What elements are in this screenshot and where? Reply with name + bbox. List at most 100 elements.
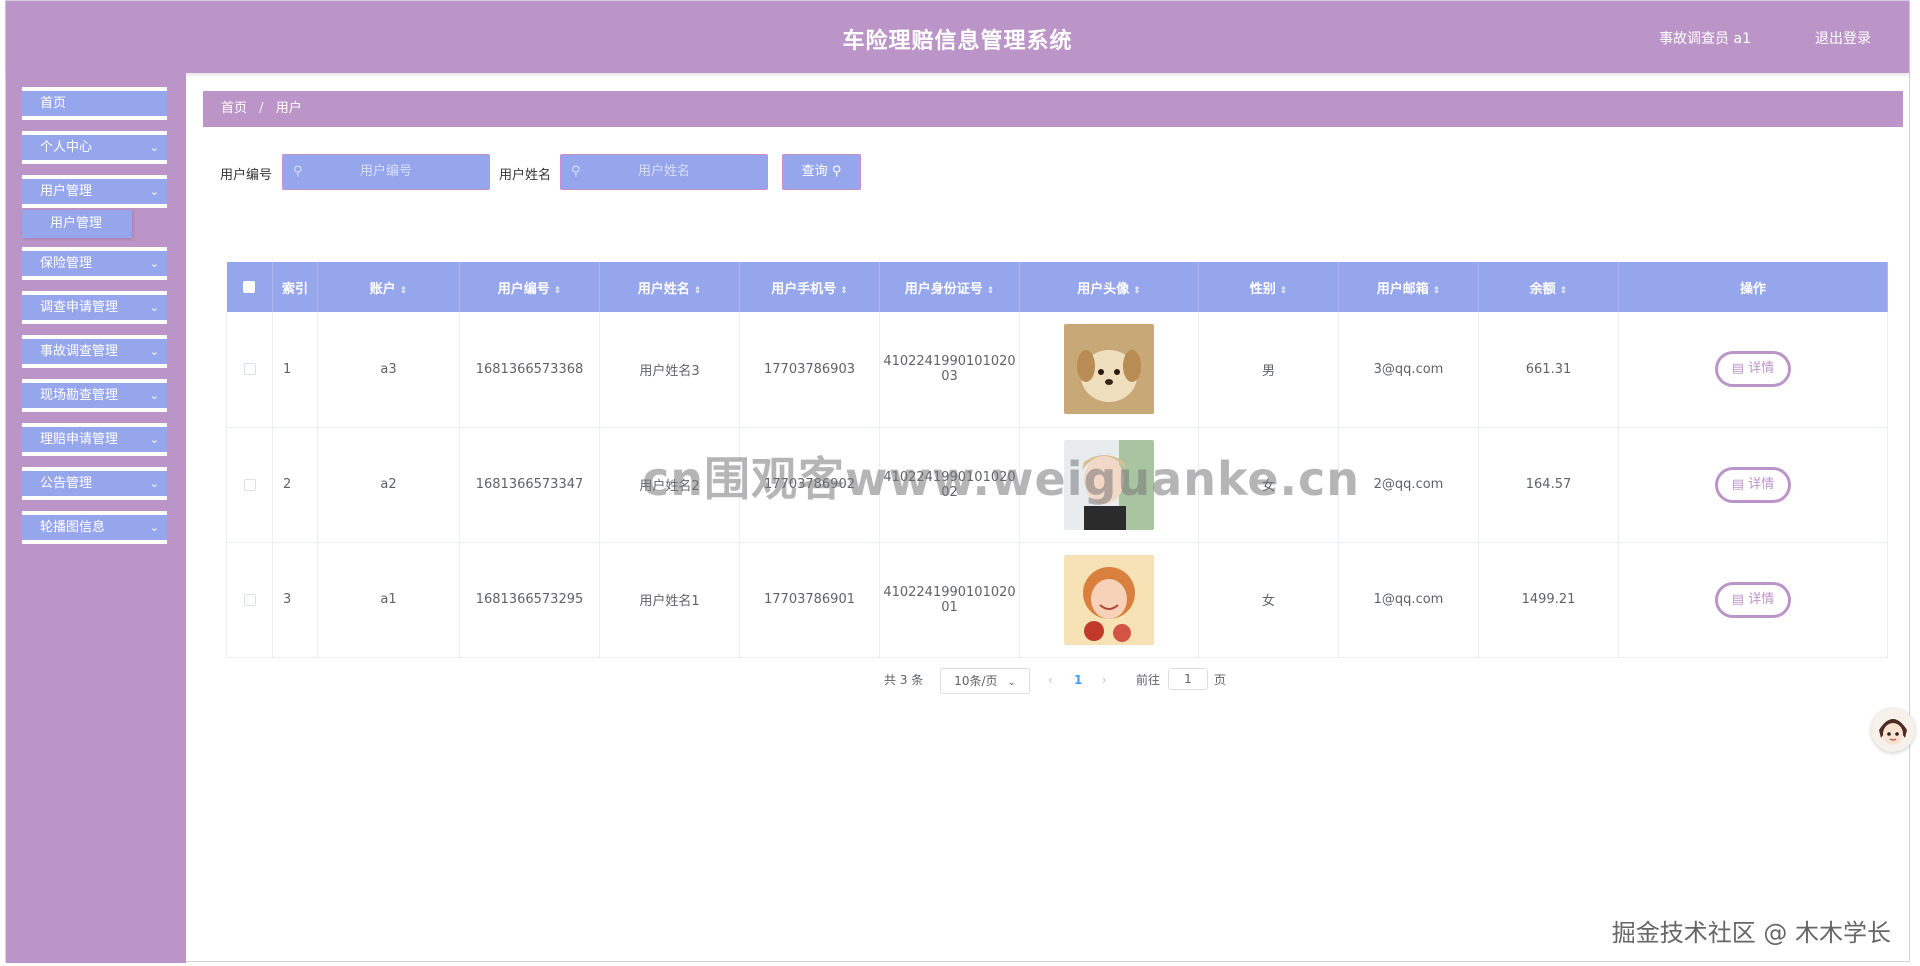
sidebar-item-label: 用户管理 bbox=[40, 184, 93, 199]
sidebar-item-label: 理赔申请管理 bbox=[40, 432, 119, 447]
column-header[interactable]: 用户头像 ⇕ bbox=[1019, 262, 1199, 312]
column-label: 账户 bbox=[369, 281, 396, 297]
sidebar-item-label: 保险管理 bbox=[40, 256, 93, 271]
user-id-placeholder: 用户编号 bbox=[359, 164, 412, 179]
app-title: 车险理赔信息管理系统 bbox=[842, 29, 1073, 54]
row-select-cell bbox=[226, 542, 273, 658]
detail-button-label: 详情 bbox=[1748, 591, 1775, 607]
action-cell: ▤ 详情 bbox=[1618, 427, 1888, 543]
assistant-avatar-icon[interactable] bbox=[1871, 708, 1915, 752]
id-card-cell: 4102241990101020 03 bbox=[879, 312, 1020, 428]
current-user: 事故调查员 a1 bbox=[1659, 31, 1751, 47]
column-label: 用户姓名 bbox=[637, 281, 690, 297]
sort-icon[interactable]: ⇕ bbox=[987, 286, 995, 296]
row-select-cell bbox=[226, 427, 273, 543]
user-id-input[interactable]: ⚲ 用户编号 bbox=[282, 154, 490, 190]
query-button[interactable]: 查询 ⚲ bbox=[782, 154, 861, 190]
column-header[interactable]: 用户编号 ⇕ bbox=[459, 262, 600, 312]
row-select-cell bbox=[226, 312, 273, 428]
sidebar-item-label: 公告管理 bbox=[40, 476, 93, 491]
user-name-cell: 用户姓名1 bbox=[599, 542, 740, 658]
sort-icon[interactable]: ⇕ bbox=[1560, 286, 1568, 296]
sort-icon[interactable]: ⇕ bbox=[840, 286, 848, 296]
column-header[interactable]: 性别 ⇕ bbox=[1198, 262, 1339, 312]
sidebar: 首页 个人中心 ⌄ 用户管理 ⌄ 用户管理 保险管理 ⌄ 调查申请管理 ⌄ 事故… bbox=[6, 73, 186, 963]
sort-icon[interactable]: ⇕ bbox=[400, 286, 408, 296]
action-cell: ▤ 详情 bbox=[1618, 542, 1888, 658]
search-icon: ⚲ bbox=[831, 164, 842, 179]
breadcrumb-home[interactable]: 首页 bbox=[221, 101, 247, 116]
prev-page-icon[interactable]: ‹ bbox=[1048, 668, 1053, 692]
avatar[interactable] bbox=[1064, 324, 1154, 415]
sort-icon[interactable]: ⇕ bbox=[1433, 286, 1441, 296]
sidebar-item-insurance[interactable]: 保险管理 ⌄ bbox=[22, 247, 167, 280]
email-cell: 1@qq.com bbox=[1338, 542, 1479, 658]
user-name-input[interactable]: ⚲ 用户姓名 bbox=[560, 154, 768, 190]
sidebar-item-notice[interactable]: 公告管理 ⌄ bbox=[22, 467, 167, 500]
column-header[interactable]: 用户姓名 ⇕ bbox=[599, 262, 740, 312]
detail-button-label: 详情 bbox=[1748, 361, 1775, 377]
document-icon: ▤ bbox=[1731, 591, 1749, 607]
breadcrumb-separator: / bbox=[259, 101, 264, 116]
sort-icon[interactable]: ⇕ bbox=[1133, 286, 1141, 296]
sidebar-subitem-users[interactable]: 用户管理 bbox=[22, 210, 132, 238]
sidebar-item-site-survey[interactable]: 现场勘查管理 ⌄ bbox=[22, 379, 167, 412]
detail-button[interactable]: ▤ 详情 bbox=[1715, 466, 1791, 503]
column-label: 用户头像 bbox=[1077, 281, 1130, 297]
id-card-line: 4102241990101020 bbox=[883, 584, 1016, 600]
sidebar-item-accident-investigation[interactable]: 事故调查管理 ⌄ bbox=[22, 335, 167, 368]
chevron-down-icon: ⌄ bbox=[149, 345, 159, 358]
goto-page-input[interactable]: 1 bbox=[1168, 668, 1208, 690]
chevron-down-icon: ⌄ bbox=[149, 301, 159, 314]
index-cell: 1 bbox=[272, 312, 318, 428]
chevron-down-icon: ⌄ bbox=[1007, 677, 1016, 688]
row-checkbox[interactable] bbox=[243, 478, 256, 491]
top-header: 车险理赔信息管理系统 事故调查员 a1 退出登录 bbox=[6, 1, 1909, 73]
sidebar-item-carousel[interactable]: 轮播图信息 ⌄ bbox=[22, 511, 167, 544]
page-number-current[interactable]: 1 bbox=[1074, 668, 1082, 692]
email-cell: 3@qq.com bbox=[1338, 312, 1479, 428]
next-page-icon[interactable]: › bbox=[1102, 668, 1107, 692]
sort-icon[interactable]: ⇕ bbox=[1280, 286, 1288, 296]
sort-icon[interactable]: ⇕ bbox=[554, 286, 562, 296]
row-checkbox[interactable] bbox=[243, 363, 256, 376]
table-row: 3 a1 1681366573295 用户姓名1 17703786901 410… bbox=[226, 542, 1888, 658]
column-header: 操作 bbox=[1618, 262, 1888, 312]
sidebar-item-label: 事故调查管理 bbox=[40, 344, 119, 359]
avatar[interactable] bbox=[1064, 554, 1154, 645]
column-label: 用户编号 bbox=[497, 281, 550, 297]
column-header[interactable]: 用户手机号 ⇕ bbox=[739, 262, 880, 312]
chevron-down-icon: ⌄ bbox=[149, 433, 159, 446]
detail-button-label: 详情 bbox=[1748, 476, 1775, 492]
sort-icon[interactable]: ⇕ bbox=[694, 286, 702, 296]
page-size-select[interactable]: 10条/页 ⌄ bbox=[940, 668, 1030, 694]
detail-button[interactable]: ▤ 详情 bbox=[1715, 351, 1791, 388]
user-id-cell: 1681366573347 bbox=[459, 427, 600, 543]
column-header[interactable]: 用户身份证号 ⇕ bbox=[879, 262, 1020, 312]
sidebar-item-label: 轮播图信息 bbox=[40, 520, 106, 535]
document-icon: ▤ bbox=[1731, 361, 1749, 377]
column-header[interactable]: 用户邮箱 ⇕ bbox=[1338, 262, 1479, 312]
column-header[interactable]: 账户 ⇕ bbox=[317, 262, 460, 312]
sidebar-item-home[interactable]: 首页 bbox=[22, 87, 167, 120]
sidebar-item-claim-apply[interactable]: 理赔申请管理 ⌄ bbox=[22, 423, 167, 456]
breadcrumb-current: 用户 bbox=[275, 101, 302, 116]
sidebar-item-investigation-apply[interactable]: 调查申请管理 ⌄ bbox=[22, 291, 167, 324]
detail-button[interactable]: ▤ 详情 bbox=[1715, 581, 1791, 618]
total-count: 共 3 条 bbox=[884, 673, 924, 687]
row-checkbox[interactable] bbox=[243, 593, 256, 606]
column-label: 用户身份证号 bbox=[904, 281, 983, 297]
sidebar-item-profile[interactable]: 个人中心 ⌄ bbox=[22, 131, 167, 164]
select-all-checkbox[interactable] bbox=[243, 281, 256, 293]
select-all-cell bbox=[226, 262, 273, 312]
query-button-label: 查询 bbox=[801, 164, 828, 179]
sidebar-item-users[interactable]: 用户管理 ⌄ bbox=[22, 175, 167, 208]
column-label: 用户手机号 bbox=[771, 281, 837, 297]
user-id-cell: 1681366573368 bbox=[459, 312, 600, 428]
column-label: 操作 bbox=[1739, 281, 1766, 297]
search-icon: ⚲ bbox=[571, 164, 581, 179]
logout-link[interactable]: 退出登录 bbox=[1815, 28, 1871, 48]
phone-cell: 17703786901 bbox=[739, 542, 880, 658]
gender-cell: 男 bbox=[1198, 312, 1339, 428]
column-header[interactable]: 余额 ⇕ bbox=[1478, 262, 1619, 312]
